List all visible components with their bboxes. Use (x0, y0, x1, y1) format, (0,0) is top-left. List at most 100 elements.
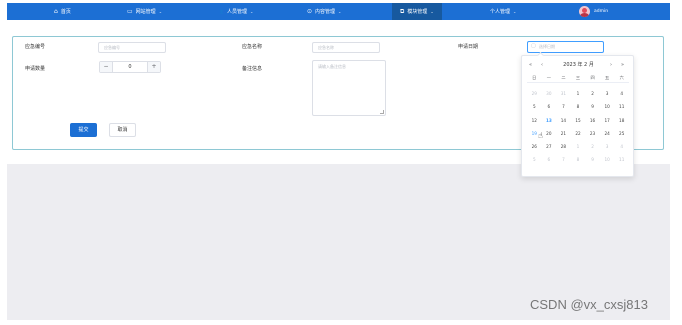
weekday-label: 三 (575, 75, 581, 80)
nav-item-site-management[interactable]: ▭ 网站管理 ⌄ (127, 3, 162, 20)
date-cell[interactable]: 1 (571, 87, 586, 100)
emergency-name-input[interactable]: 应急名称 (312, 42, 380, 53)
date-cell[interactable]: 14 (556, 114, 571, 127)
date-cell[interactable]: 27 (542, 140, 557, 153)
chevron-down-icon: ⌄ (158, 9, 163, 14)
input-placeholder: 选择日期 (539, 44, 555, 49)
field-label-emergency-name: 应急名称 (242, 44, 263, 50)
date-cell[interactable]: 26 (527, 140, 542, 153)
next-month-button[interactable]: › (610, 60, 612, 70)
field-label-apply-date: 申请日期 (458, 44, 479, 50)
textarea-placeholder: 请输入备注信息 (318, 64, 346, 69)
weekday-header: 日 一 二 三 四 五 六 (527, 75, 629, 83)
copy-icon: ⧉ (400, 7, 405, 15)
date-cell[interactable]: 4 (614, 140, 629, 153)
date-cell[interactable]: 25 (614, 127, 629, 140)
chevron-down-icon: ⌄ (513, 9, 517, 14)
date-cell[interactable]: 8 (571, 100, 586, 113)
date-cell[interactable]: 9 (585, 100, 600, 113)
chevron-down-icon: ⌄ (250, 9, 254, 14)
date-cell[interactable]: 24 (600, 127, 615, 140)
quantity-value[interactable]: 0 (113, 62, 147, 72)
watermark: CSDN @vx_cxsj813 (530, 297, 648, 312)
date-cell[interactable]: 22 (571, 127, 586, 140)
apply-date-input[interactable]: ▢ 选择日期 (527, 41, 604, 53)
weekday-label: 日 (532, 75, 537, 80)
weekday-label: 二 (561, 75, 566, 80)
date-cell[interactable]: 17 (600, 114, 615, 127)
date-picker-header: « ‹ 2023 年 2 月 › » (522, 60, 635, 70)
decrement-button[interactable]: − (100, 62, 113, 72)
nav-item-content-management[interactable]: ⊙ 内容管理 ⌄ (307, 3, 341, 20)
date-cell[interactable]: 5 (527, 153, 542, 166)
date-cell[interactable]: 7 (556, 100, 571, 113)
date-cell[interactable]: 12 (527, 114, 542, 127)
date-cell[interactable]: 13 (542, 114, 557, 127)
date-cell[interactable]: 2 (585, 140, 600, 153)
top-navbar: ⌂ 首页 ▭ 网站管理 ⌄ 👤 人员管理 ⌄ ⊙ 内容管理 ⌄ ⧉ 模块管理 ⌄… (7, 3, 670, 20)
chevron-down-icon: ⌄ (430, 9, 434, 14)
date-cell[interactable]: 23 (585, 127, 600, 140)
date-picker-popup: « ‹ 2023 年 2 月 › » 日 一 二 三 四 五 六 29 30 31 1… (521, 51, 635, 177)
next-year-button[interactable]: » (621, 60, 624, 70)
nav-item-label: 首页 (60, 9, 71, 15)
increment-button[interactable]: + (147, 62, 160, 72)
date-cell[interactable]: 7 (556, 153, 571, 166)
date-cell[interactable]: 11 (614, 153, 629, 166)
nav-item-home[interactable]: ⌂ 首页 (54, 3, 71, 20)
cancel-button[interactable]: 取消 (109, 123, 136, 137)
date-cell[interactable]: 10 (600, 100, 615, 113)
date-cell[interactable]: 11 (614, 100, 629, 113)
prev-year-button[interactable]: « (529, 60, 532, 70)
home-icon: ⌂ (54, 8, 58, 15)
date-cell[interactable]: 15 (571, 114, 586, 127)
date-cell[interactable]: 8 (571, 153, 586, 166)
prev-month-button[interactable]: ‹ (541, 60, 543, 70)
input-placeholder: 应急名称 (318, 45, 334, 50)
date-cell[interactable]: 20 (542, 127, 557, 140)
quantity-stepper[interactable]: − 0 + (99, 61, 161, 73)
date-cell[interactable]: 3 (600, 140, 615, 153)
date-cell[interactable]: 1 (571, 140, 586, 153)
field-label-apply-quantity: 申请数量 (25, 66, 46, 72)
date-cell[interactable]: 4 (614, 87, 629, 100)
date-cell[interactable]: 6 (542, 100, 557, 113)
date-cell[interactable]: 5 (527, 100, 542, 113)
nav-item-label: 网站管理 (135, 9, 156, 15)
nav-item-label: 模块管理 (407, 9, 428, 15)
user-icon: 👤 (219, 9, 224, 14)
calendar-icon: ▢ (531, 43, 536, 49)
emergency-number-input[interactable]: 应急编号 (98, 42, 166, 53)
date-cell[interactable]: 9 (585, 153, 600, 166)
date-cell[interactable]: 3 (600, 87, 615, 100)
nav-item-personal-management[interactable]: 个人管理 ⌄ (490, 3, 516, 20)
date-grid: 29 30 31 1 2 3 4 5 6 7 8 9 10 11 12 13 14 15 16 17 18 19 20 21 2… (527, 87, 629, 167)
date-cell[interactable]: 18 (614, 114, 629, 127)
mouse-pointer-icon: ☝ (538, 131, 543, 140)
username[interactable]: admin (594, 3, 608, 20)
submit-button[interactable]: 提交 (70, 123, 97, 137)
date-cell[interactable]: 21 (556, 127, 571, 140)
avatar[interactable] (579, 6, 590, 17)
app-frame: ⌂ 首页 ▭ 网站管理 ⌄ 👤 人员管理 ⌄ ⊙ 内容管理 ⌄ ⧉ 模块管理 ⌄… (7, 3, 670, 320)
date-cell[interactable]: 10 (600, 153, 615, 166)
resize-handle-icon[interactable] (380, 110, 384, 114)
nav-item-personnel-management[interactable]: 👤 人员管理 ⌄ (219, 3, 253, 20)
weekday-label: 五 (605, 75, 610, 80)
date-cell[interactable]: 29 (527, 87, 542, 100)
date-cell[interactable]: 28 (556, 140, 571, 153)
date-cell[interactable]: 30 (542, 87, 557, 100)
remarks-textarea[interactable]: 请输入备注信息 (312, 60, 386, 116)
field-label-emergency-number: 应急编号 (25, 44, 46, 50)
weekday-label: 六 (619, 75, 624, 80)
date-cell[interactable]: 2 (585, 87, 600, 100)
date-cell[interactable]: 31 (556, 87, 571, 100)
input-placeholder: 应急编号 (104, 45, 120, 50)
date-cell[interactable]: 6 (542, 153, 557, 166)
weekday-label: 一 (546, 75, 551, 80)
field-label-remarks: 备注信息 (242, 66, 263, 72)
nav-item-label: 人员管理 (226, 9, 247, 15)
date-picker-title[interactable]: 2023 年 2 月 (556, 60, 601, 70)
date-cell[interactable]: 16 (585, 114, 600, 127)
nav-item-module-management[interactable]: ⧉ 模块管理 ⌄ (392, 3, 442, 20)
